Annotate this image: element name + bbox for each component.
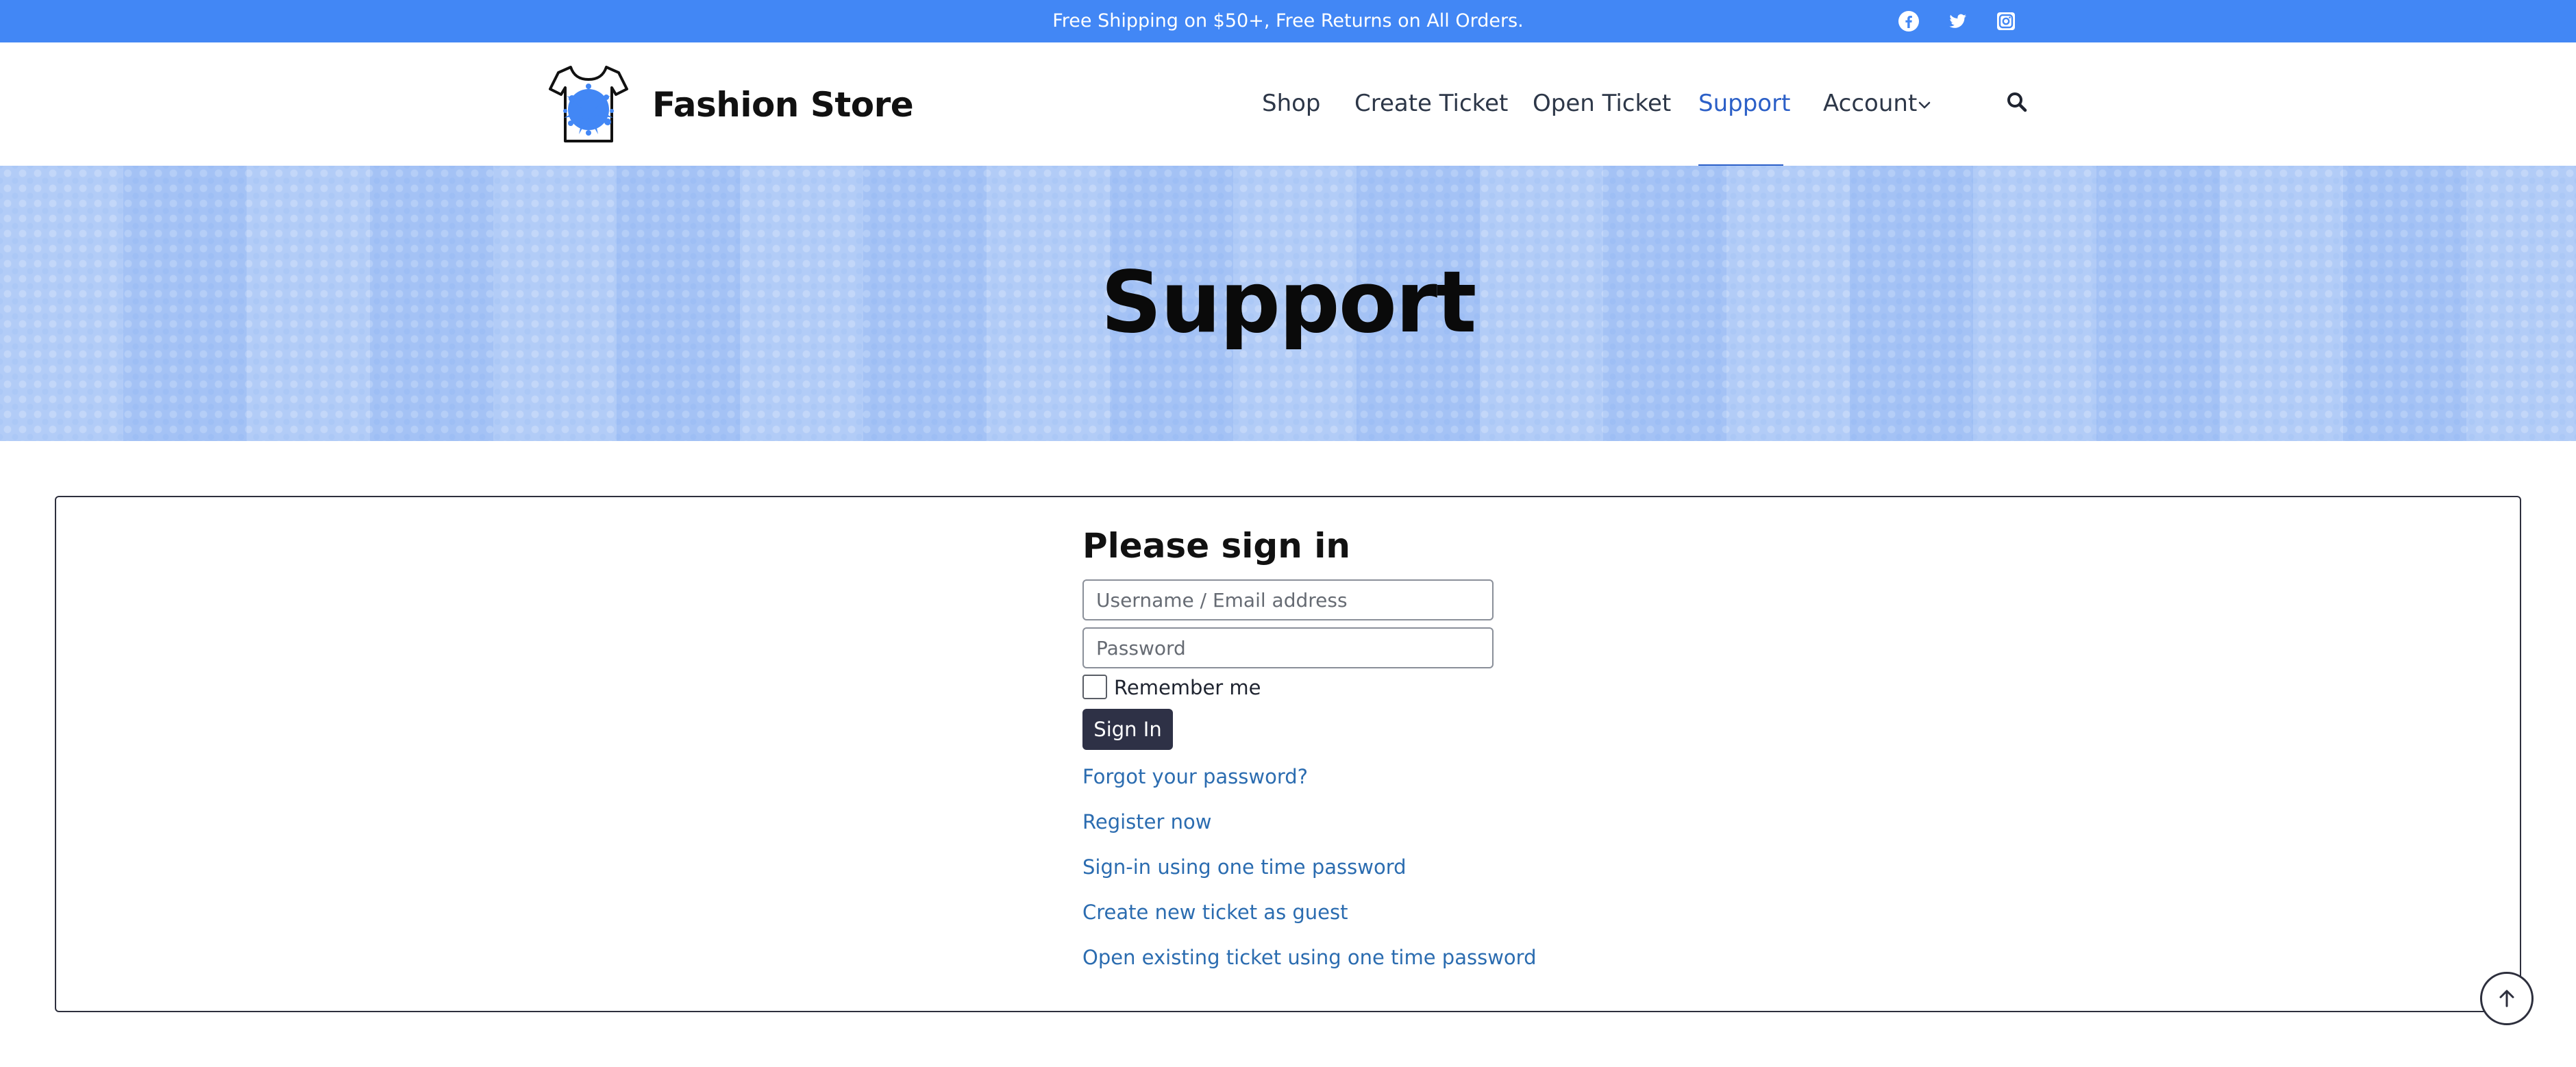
nav-shop[interactable]: Shop (1262, 82, 1321, 125)
guest-ticket-link[interactable]: Create new ticket as guest (1082, 898, 1348, 927)
forgot-password-link[interactable]: Forgot your password? (1082, 762, 1308, 791)
sign-in-button[interactable]: Sign In (1082, 709, 1173, 750)
nav-support[interactable]: Support (1698, 82, 1790, 125)
register-link[interactable]: Register now (1082, 807, 1211, 836)
signin-heading: Please sign in (1082, 526, 1350, 566)
remember-me-label[interactable]: Remember me (1114, 673, 1261, 702)
nav-open-ticket[interactable]: Open Ticket (1533, 82, 1671, 125)
facebook-icon[interactable] (1898, 10, 1920, 32)
arrow-up-icon (2499, 990, 2514, 1007)
brand-name[interactable]: Fashion Store (652, 81, 914, 129)
username-input[interactable] (1082, 579, 1494, 620)
remember-me-checkbox[interactable] (1082, 675, 1107, 699)
page-hero: Support (0, 166, 2576, 441)
otp-signin-link[interactable]: Sign-in using one time password (1082, 853, 1407, 881)
nav-create-ticket[interactable]: Create Ticket (1354, 82, 1508, 125)
chevron-down-icon[interactable] (1917, 100, 1932, 110)
site-header: Fashion Store Shop Create Ticket Open Ti… (0, 42, 2576, 167)
search-icon[interactable] (2006, 91, 2028, 113)
announcement-bar: Free Shipping on $50+, Free Returns on A… (0, 0, 2576, 42)
announcement-text: Free Shipping on $50+, Free Returns on A… (1052, 10, 1524, 32)
page-title: Support (1100, 253, 1477, 352)
nav-account[interactable]: Account (1823, 82, 1917, 125)
open-existing-ticket-link[interactable]: Open existing ticket using one time pass… (1082, 943, 1536, 972)
scroll-to-top-button[interactable] (2480, 972, 2534, 1025)
signin-panel (55, 496, 2521, 1012)
tshirt-logo-icon[interactable] (545, 60, 632, 148)
instagram-icon[interactable] (1995, 10, 2017, 32)
password-input[interactable] (1082, 627, 1494, 668)
twitter-icon[interactable] (1946, 10, 1968, 32)
